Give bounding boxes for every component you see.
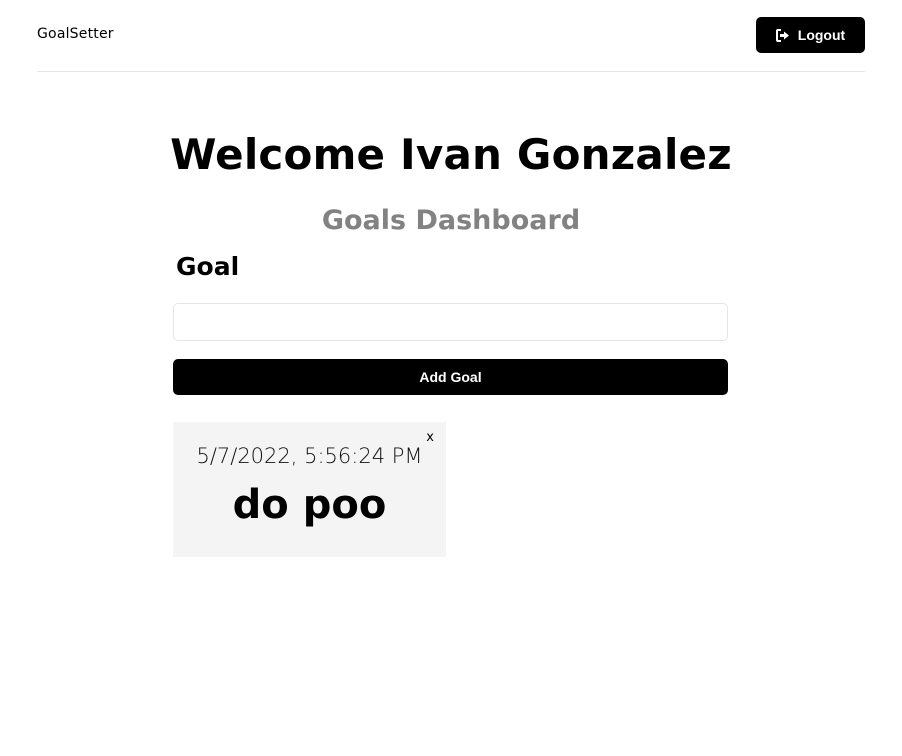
goal-text: do poo [232,482,387,528]
page-title: Welcome Ivan Gonzalez [170,130,732,179]
logo-link[interactable]: GoalSetter [37,26,114,42]
goal-date: 5/7/2022, 5:56:24 PM [196,444,423,468]
goal-input[interactable] [173,303,728,341]
goal-label: Goal [176,252,240,281]
goal-card: 5/7/2022, 5:56:24 PM do poo x [173,422,446,557]
delete-goal-button[interactable]: x [426,430,434,445]
sign-out-icon [775,28,790,42]
header: GoalSetter Logout [37,0,865,72]
add-goal-button[interactable]: Add Goal [173,359,728,395]
page-subtitle: Goals Dashboard [321,205,581,236]
logout-label: Logout [797,27,846,43]
logout-button[interactable]: Logout [756,17,865,53]
